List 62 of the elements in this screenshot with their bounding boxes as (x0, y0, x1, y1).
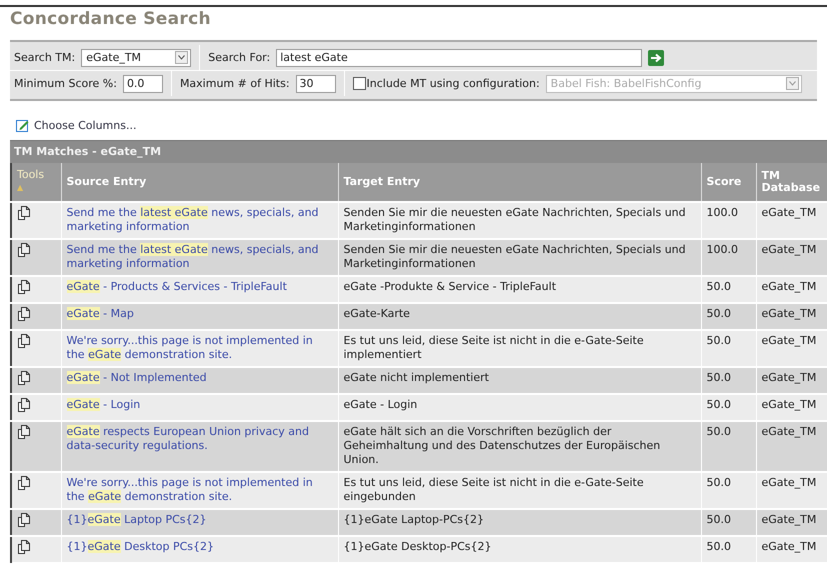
target-entry: eGate hält sich an die Vorschriften bezüglich der Geheimhaltung und des Datenschutzes der Europäischen Union. (344, 425, 660, 466)
target-entry: Senden Sie mir die neuesten eGate Nachrichten, Specials und Marketinginformationen (344, 206, 686, 233)
copy-icon[interactable] (17, 425, 30, 439)
choose-columns-link[interactable]: Choose Columns... (34, 119, 136, 132)
target-entry: Es tut uns leid, diese Seite ist nicht in die e-Gate-Seite eingebunden (344, 476, 644, 503)
target-entry: eGate - Login (344, 398, 418, 411)
score-value: 50.0 (706, 371, 731, 384)
score-value: 50.0 (706, 334, 731, 347)
score-value: 50.0 (706, 307, 731, 320)
field-label: Minimum Score %: (14, 77, 117, 90)
target-entry: {1}eGate Laptop-PCs{2} (344, 513, 484, 526)
database-name: eGate_TM (762, 540, 816, 553)
copy-icon[interactable] (17, 334, 30, 348)
checkbox-label: Include MT using configuration: (366, 77, 540, 90)
database-name: eGate_TM (762, 476, 816, 489)
database-name: eGate_TM (762, 425, 816, 438)
score-value: 50.0 (706, 425, 731, 438)
score-value: 50.0 (706, 513, 731, 526)
score-value: 50.0 (706, 476, 731, 489)
database-name: eGate_TM (762, 398, 816, 411)
table-title-bar: TM Matches - eGate_TM (10, 140, 827, 163)
arrow-icon (650, 52, 662, 62)
target-entry: {1}eGate Desktop-PCs{2} (344, 540, 492, 553)
target-entry: eGate-Karte (344, 307, 410, 320)
field-label: Search For: (208, 51, 270, 64)
max-hits-field[interactable]: 30 (296, 74, 336, 92)
copy-icon[interactable] (17, 476, 30, 490)
copy-icon[interactable] (17, 206, 30, 220)
database-name: eGate_TM (762, 307, 816, 320)
copy-icon[interactable] (17, 307, 30, 321)
score-value: 50.0 (706, 540, 731, 553)
field-label: Search TM: (14, 51, 76, 64)
caret-icon (175, 51, 188, 64)
field-label: Maximum # of Hits: (180, 77, 290, 90)
search-field[interactable]: latest eGate (276, 48, 642, 66)
database-name: eGate_TM (762, 513, 816, 526)
copy-icon[interactable] (17, 371, 30, 385)
checkbox[interactable] (352, 77, 366, 90)
copy-icon[interactable] (17, 513, 30, 527)
database-name: eGate_TM (762, 371, 816, 384)
target-entry: eGate nicht implementiert (344, 371, 489, 384)
score-value: 100.0 (706, 243, 738, 256)
score-value: 50.0 (706, 398, 731, 411)
page-title: Concordance Search (10, 9, 211, 29)
go-button[interactable] (648, 50, 664, 66)
copy-icon[interactable] (17, 540, 30, 554)
tm-dropdown[interactable]: eGate_TM (81, 48, 192, 66)
database-name: eGate_TM (762, 206, 816, 219)
target-entry: eGate -Produkte & Service - TripleFault (344, 280, 556, 293)
copy-icon[interactable] (17, 280, 30, 294)
copy-icon[interactable] (17, 243, 30, 257)
database-name: eGate_TM (762, 243, 816, 256)
edit-icon (16, 119, 29, 132)
database-name: eGate_TM (762, 280, 816, 293)
min-score-field[interactable]: 0.0 (122, 74, 163, 92)
score-value: 50.0 (706, 280, 731, 293)
database-name: eGate_TM (762, 334, 816, 347)
target-entry: Es tut uns leid, diese Seite ist nicht in die e-Gate-Seite implementiert (344, 334, 644, 361)
copy-icon[interactable] (17, 398, 30, 412)
target-entry: Senden Sie mir die neuesten eGate Nachrichten, Specials und Marketinginformationen (344, 243, 686, 270)
caret-icon (786, 77, 799, 90)
score-value: 100.0 (706, 206, 738, 219)
